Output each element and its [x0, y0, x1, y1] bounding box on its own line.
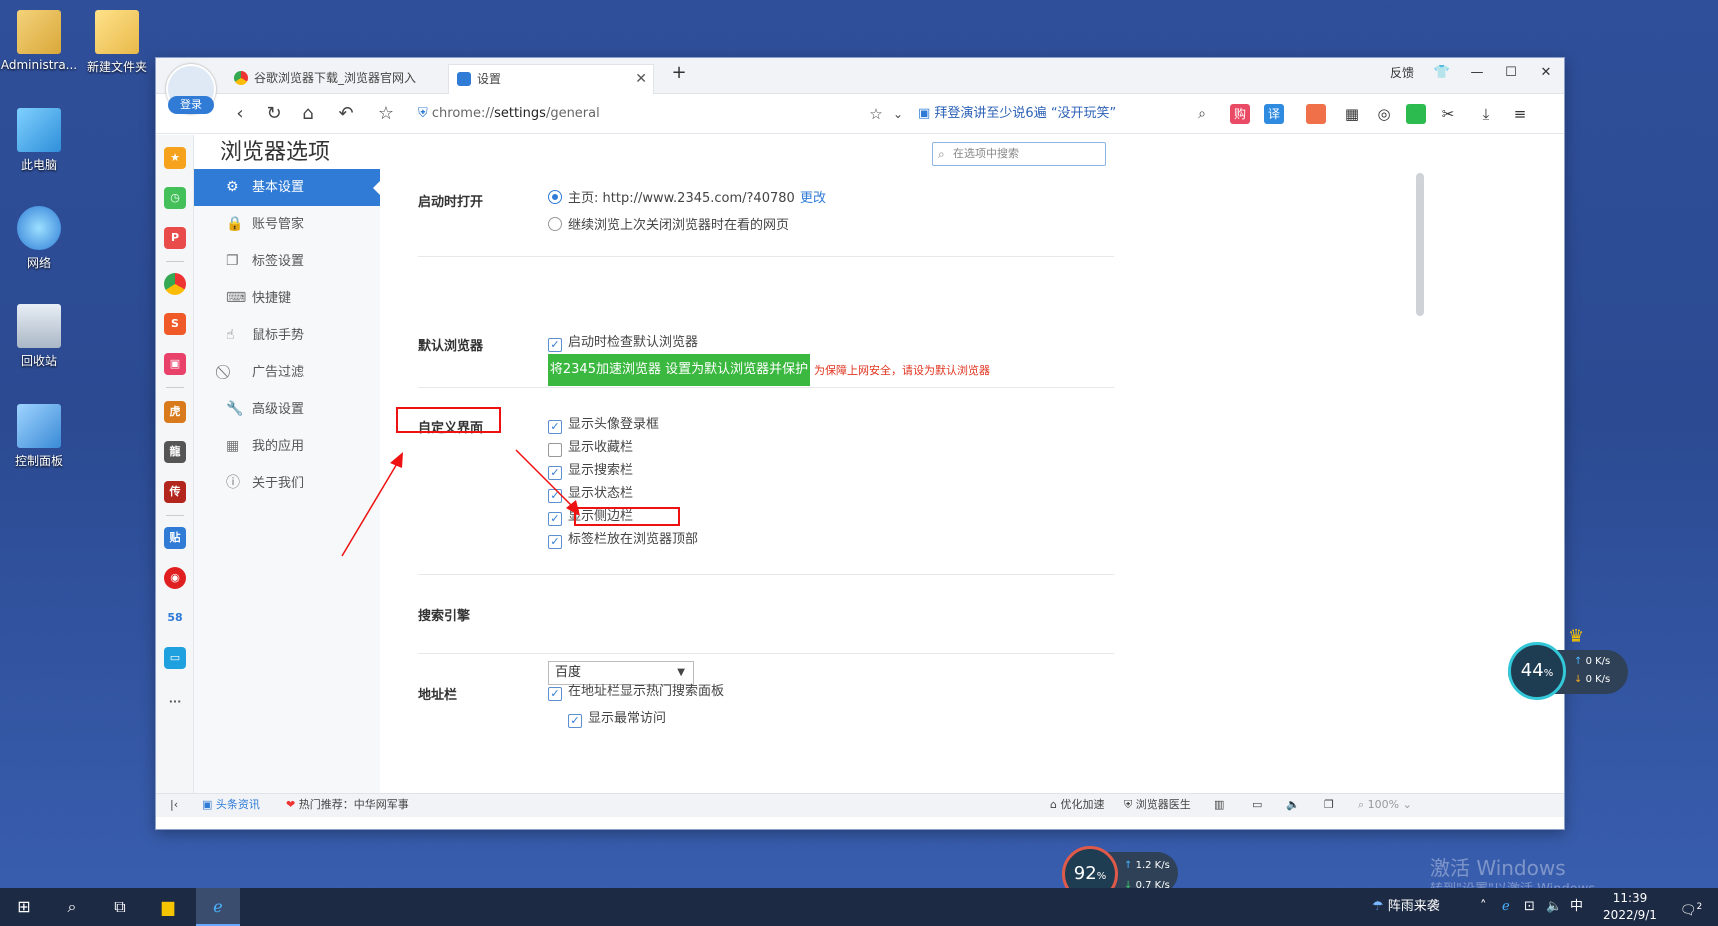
computer-icon	[17, 108, 61, 152]
hot-label: 热门推荐：中华网军事	[298, 798, 409, 811]
gauge-unit: %	[1096, 871, 1107, 882]
desktop-icon-label: Administra...	[0, 58, 78, 72]
optimize-label: 优化加速	[1060, 798, 1105, 811]
window-icon[interactable]: ❐	[1324, 794, 1334, 816]
desktop-icon-label: 此电脑	[20, 158, 57, 172]
umbrella-icon: ☂	[1372, 899, 1384, 914]
recycle-bin-icon	[17, 304, 61, 348]
clock[interactable]: 11:39 2022/9/1	[1598, 888, 1662, 926]
network-tray-icon[interactable]: ⊡	[1524, 888, 1535, 926]
optimize-button[interactable]: ⌂ 优化加速	[1050, 794, 1104, 816]
start-button[interactable]: ⊞	[2, 888, 46, 926]
notification-button[interactable]: 🗨2	[1680, 888, 1702, 926]
status-bar: |‹ ▣ 头条资讯 ❤ 热门推荐：中华网军事 ⌂ 优化加速 ⛨ 浏览器医生 ▥ …	[156, 793, 1564, 817]
tray-chevron-icon[interactable]: ˄	[1480, 888, 1487, 926]
toolbox-icon[interactable]: ▥	[1214, 794, 1224, 816]
desktop-icon-control-panel[interactable]: 控制面板	[0, 404, 81, 469]
search-icon[interactable]: ⌕	[50, 888, 94, 926]
upload-speed: ↑ 0 K/s	[1574, 656, 1611, 667]
doctor-label: 浏览器医生	[1135, 798, 1191, 811]
ie-tray-icon[interactable]: ℯ	[1502, 888, 1510, 926]
speed-value: 0 K/s	[1585, 674, 1611, 685]
gauge-value: 44	[1520, 660, 1544, 681]
activation-watermark-title: 激活 Windows	[1430, 856, 1566, 880]
browser-doctor-button[interactable]: ⛨ 浏览器医生	[1124, 794, 1191, 816]
desktop-icon-label: 回收站	[20, 354, 57, 368]
weather-widget[interactable]: ☂ 阵雨来袭	[1372, 888, 1440, 926]
ime-indicator[interactable]: 中	[1570, 888, 1583, 926]
zoom-control[interactable]: ⌕ 100% ⌄	[1358, 794, 1412, 816]
annotation-arrows	[341, 449, 580, 557]
volume-tray-icon[interactable]: 🔈	[1546, 888, 1562, 926]
control-panel-icon	[17, 404, 61, 448]
cpu-gauge-right: 44%	[1508, 642, 1566, 700]
desktop-icon-label: 网络	[26, 256, 51, 270]
desktop-icon-recycle-bin[interactable]: 回收站	[0, 304, 81, 369]
desktop-icon-label: 控制面板	[14, 454, 63, 468]
desktop-icon-this-pc[interactable]: 此电脑	[0, 108, 81, 173]
vip-crown-icon: ♛	[1568, 626, 1585, 647]
folder-icon	[95, 10, 139, 54]
gauge-unit: %	[1543, 668, 1554, 679]
hot-recommend-link[interactable]: ❤ 热门推荐：中华网军事	[286, 794, 409, 816]
upload-speed: ↑ 1.2 K/s	[1124, 860, 1170, 871]
speed-value: 1.2 K/s	[1135, 860, 1170, 871]
file-explorer-icon[interactable]: ▆	[146, 888, 190, 926]
clock-time: 11:39	[1612, 891, 1648, 905]
volume-icon[interactable]: 🔈	[1286, 794, 1300, 816]
desktop-icon-network[interactable]: 网络	[0, 206, 81, 271]
login-button[interactable]: 登录	[168, 96, 214, 114]
desktop-icon-label: 新建文件夹	[86, 60, 147, 74]
news-link[interactable]: ▣ 头条资讯	[202, 794, 260, 816]
collapse-sidebar-icon[interactable]: |‹	[170, 794, 178, 816]
speed-value: 0 K/s	[1585, 656, 1611, 667]
weather-text: 阵雨来袭	[1387, 899, 1440, 914]
clock-date: 2022/9/1	[1603, 908, 1657, 922]
browser-window: 登录 谷歌浏览器下载_浏览器官网入 设置 ✕ + 反馈 👕 — ☐ ✕ ‹ ↻ …	[156, 58, 1564, 829]
download-speed: ↓ 0 K/s	[1574, 674, 1611, 685]
desktop-icon-administrator[interactable]: Administra...	[0, 10, 81, 72]
user-folder-icon	[17, 10, 61, 54]
screenshot-icon[interactable]: ▭	[1252, 794, 1262, 816]
notification-count: 2	[1696, 902, 1703, 912]
heart-icon: ❤	[286, 798, 296, 811]
taskbar: ⊞ ⌕ ⧉ ▆ ℯ ☂ 阵雨来袭 ˄ ℯ ⊡ 🔈 中 11:39 2022/9/…	[0, 888, 1718, 926]
browser-taskbar-icon[interactable]: ℯ	[196, 888, 240, 926]
task-view-icon[interactable]: ⧉	[98, 888, 142, 926]
network-globe-icon	[17, 206, 61, 250]
zoom-value: 100%	[1367, 798, 1400, 811]
gauge-value: 92	[1073, 863, 1097, 884]
desktop-icon-new-folder[interactable]: 新建文件夹	[75, 10, 159, 75]
news-label: 头条资讯	[215, 798, 260, 811]
